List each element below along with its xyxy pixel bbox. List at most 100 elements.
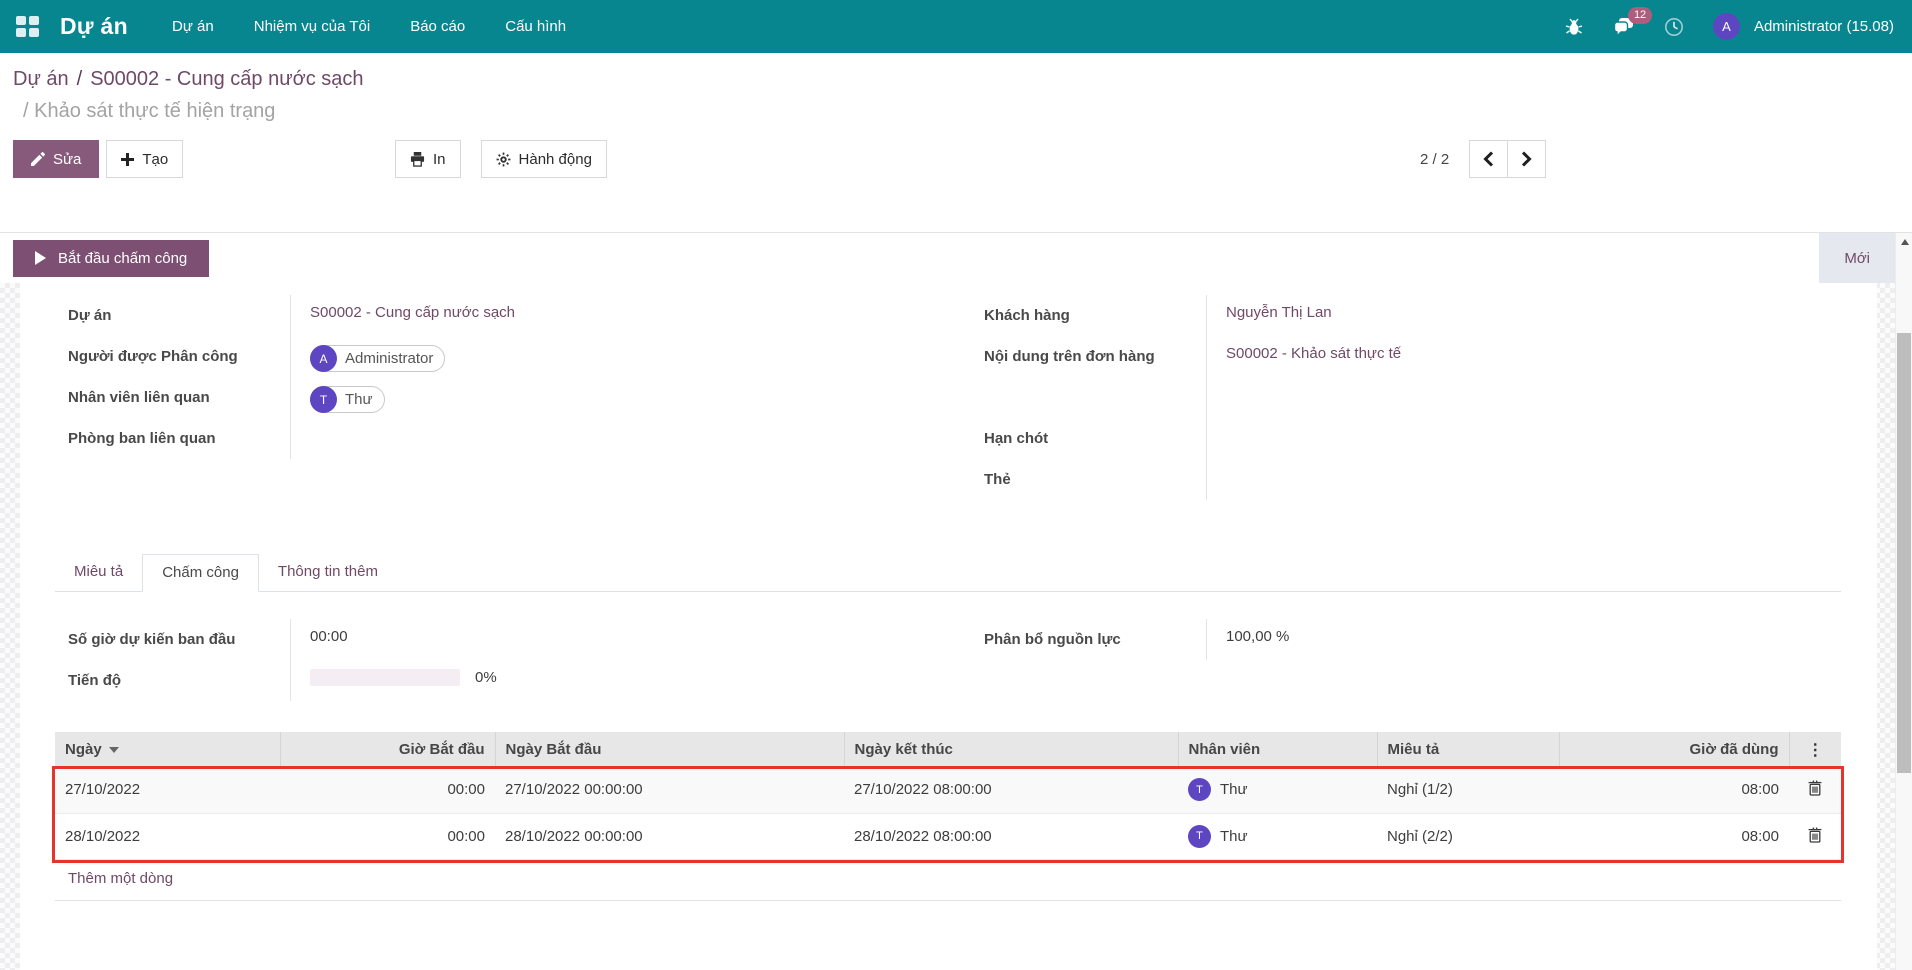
start-timesheet-label: Bắt đầu chấm công bbox=[58, 250, 187, 267]
user-menu[interactable]: Administrator (15.08) bbox=[1754, 18, 1894, 35]
assignee-label: Người được Phân công bbox=[55, 336, 290, 377]
deadline-label: Hạn chót bbox=[971, 418, 1206, 459]
chevron-right-icon bbox=[1521, 151, 1532, 167]
pager-previous-button[interactable] bbox=[1469, 140, 1508, 178]
department-value[interactable] bbox=[290, 418, 925, 459]
messages-icon[interactable]: 12 bbox=[1613, 16, 1635, 38]
scrollbar-thumb[interactable] bbox=[1897, 333, 1911, 773]
optional-columns-icon[interactable]: ⋮ bbox=[1789, 732, 1841, 767]
cell-description: Nghỉ (2/2) bbox=[1377, 813, 1559, 859]
cell-employee: T Thư bbox=[1178, 813, 1377, 859]
table-header-row: Ngày Giờ Bắt đầu Ngày Bắt đầu Ngày kết t… bbox=[55, 732, 1841, 767]
cell-date: 28/10/2022 bbox=[55, 813, 280, 859]
cell-date: 27/10/2022 bbox=[55, 767, 280, 813]
col-header-hours-spent[interactable]: Giờ đã dùng bbox=[1559, 732, 1789, 767]
pane-group-left: Số giờ dự kiến ban đầu 00:00 Tiến độ 0% bbox=[55, 619, 925, 701]
printer-icon bbox=[410, 152, 425, 167]
pane-group-right: Phân bổ nguồn lực 100,00 % bbox=[971, 619, 1841, 701]
delete-row-button[interactable] bbox=[1808, 780, 1822, 799]
nav-item-nhiem-vu-cua-toi[interactable]: Nhiệm vụ của Tôi bbox=[254, 18, 370, 35]
project-value-link[interactable]: S00002 - Cung cấp nước sạch bbox=[310, 304, 515, 321]
employee-row-avatar: T bbox=[1188, 778, 1211, 801]
breadcrumb-parent[interactable]: S00002 - Cung cấp nước sạch bbox=[90, 68, 363, 90]
col-header-date[interactable]: Ngày bbox=[55, 732, 280, 767]
employee-avatar: T bbox=[310, 386, 337, 413]
apps-menu-icon[interactable] bbox=[0, 0, 54, 53]
assignee-chip[interactable]: A Administrator bbox=[310, 345, 445, 372]
form-group-left: Dự án S00002 - Cung cấp nước sạch Người … bbox=[55, 295, 925, 500]
cell-hours: 08:00 bbox=[1559, 767, 1789, 813]
col-header-start-date[interactable]: Ngày Bắt đầu bbox=[495, 732, 844, 767]
cell-start-date: 27/10/2022 00:00:00 bbox=[495, 767, 844, 813]
table-row[interactable]: 28/10/2022 00:00 28/10/2022 00:00:00 28/… bbox=[55, 813, 1841, 859]
planned-hours-value: 00:00 bbox=[290, 619, 925, 660]
progress-bar bbox=[310, 669, 460, 686]
allocation-value: 100,00 % bbox=[1206, 619, 1841, 660]
trash-icon bbox=[1808, 827, 1822, 843]
breadcrumb-current: / Khảo sát thực tế hiện trạng bbox=[23, 100, 1896, 123]
progress-value: 0% bbox=[475, 669, 497, 686]
cell-start-hour: 00:00 bbox=[280, 767, 495, 813]
col-header-start-hour[interactable]: Giờ Bắt đầu bbox=[280, 732, 495, 767]
nav-item-du-an[interactable]: Dự án bbox=[172, 18, 214, 35]
sale-line-label: Nội dung trên đơn hàng bbox=[971, 336, 1206, 418]
pencil-icon bbox=[31, 152, 45, 166]
notebook-tabs: Miêu tả Chấm công Thông tin thêm bbox=[55, 554, 1841, 592]
assignee-name: Administrator bbox=[345, 350, 433, 367]
planned-hours-label: Số giờ dự kiến ban đầu bbox=[55, 619, 290, 660]
trash-icon bbox=[1808, 780, 1822, 796]
form-group-right: Khách hàng Nguyễn Thị Lan Nội dung trên … bbox=[971, 295, 1841, 500]
control-panel: Dự án / S00002 - Cung cấp nước sạch / Khảo… bbox=[0, 53, 1912, 233]
tags-value[interactable] bbox=[1206, 459, 1841, 500]
col-header-description[interactable]: Miêu tả bbox=[1377, 732, 1559, 767]
nav-item-cau-hinh[interactable]: Cấu hình bbox=[505, 18, 566, 35]
print-button-label: In bbox=[433, 151, 446, 168]
tab-description[interactable]: Miêu tả bbox=[55, 554, 142, 591]
department-label: Phòng ban liên quan bbox=[55, 418, 290, 459]
employee-chip[interactable]: T Thư bbox=[310, 386, 385, 413]
edit-button[interactable]: Sửa bbox=[13, 140, 99, 178]
form-statusbar: Bắt đầu chấm công Mới bbox=[0, 233, 1895, 283]
user-avatar[interactable]: A bbox=[1713, 13, 1740, 40]
control-panel-buttons: Sửa Tạo In bbox=[13, 140, 1896, 178]
project-label: Dự án bbox=[55, 295, 290, 336]
nav-item-bao-cao[interactable]: Báo cáo bbox=[410, 18, 465, 35]
start-timesheet-button[interactable]: Bắt đầu chấm công bbox=[13, 240, 209, 277]
col-header-employee[interactable]: Nhân viên bbox=[1178, 732, 1377, 767]
message-count-badge: 12 bbox=[1628, 7, 1652, 24]
pager: 2 / 2 bbox=[1420, 140, 1546, 178]
tags-label: Thẻ bbox=[971, 459, 1206, 500]
tab-timesheets[interactable]: Chấm công bbox=[142, 554, 259, 592]
customer-value-link[interactable]: Nguyễn Thị Lan bbox=[1226, 304, 1332, 321]
vertical-scrollbar[interactable] bbox=[1895, 233, 1912, 970]
action-button[interactable]: Hành động bbox=[481, 140, 607, 178]
breadcrumb-separator: / bbox=[77, 68, 83, 90]
grid-icon bbox=[16, 16, 39, 37]
sale-line-value-link[interactable]: S00002 - Khảo sát thực tế bbox=[1226, 345, 1401, 362]
delete-row-button[interactable] bbox=[1808, 827, 1822, 846]
app-title[interactable]: Dự án bbox=[60, 13, 128, 40]
add-line-row: Thêm một dòng bbox=[55, 860, 1841, 901]
col-header-end-date[interactable]: Ngày kết thúc bbox=[844, 732, 1178, 767]
breadcrumb-root[interactable]: Dự án bbox=[13, 68, 69, 90]
edit-button-label: Sửa bbox=[53, 151, 81, 168]
employee-row-name: Thư bbox=[1220, 781, 1248, 798]
progress-label: Tiến độ bbox=[55, 660, 290, 701]
scrollbar-up-arrow[interactable] bbox=[1896, 233, 1912, 250]
play-icon bbox=[35, 251, 46, 265]
deadline-value[interactable] bbox=[1206, 418, 1841, 459]
chevron-left-icon bbox=[1483, 151, 1494, 167]
employee-label: Nhân viên liên quan bbox=[55, 377, 290, 418]
stage-badge[interactable]: Mới bbox=[1819, 233, 1895, 283]
pager-next-button[interactable] bbox=[1507, 140, 1546, 178]
debug-bug-icon[interactable] bbox=[1563, 16, 1585, 38]
navbar-systray: 12 A Administrator (15.08) bbox=[1563, 13, 1912, 40]
table-row[interactable]: 27/10/2022 00:00 27/10/2022 00:00:00 27/… bbox=[55, 767, 1841, 813]
tab-extra-info[interactable]: Thông tin thêm bbox=[259, 554, 397, 591]
timesheet-table: Ngày Giờ Bắt đầu Ngày Bắt đầu Ngày kết t… bbox=[55, 732, 1841, 901]
add-line-link[interactable]: Thêm một dòng bbox=[68, 870, 173, 887]
allocation-label: Phân bổ nguồn lực bbox=[971, 619, 1206, 660]
create-button[interactable]: Tạo bbox=[106, 140, 183, 178]
print-button[interactable]: In bbox=[395, 140, 461, 178]
activities-clock-icon[interactable] bbox=[1663, 16, 1685, 38]
